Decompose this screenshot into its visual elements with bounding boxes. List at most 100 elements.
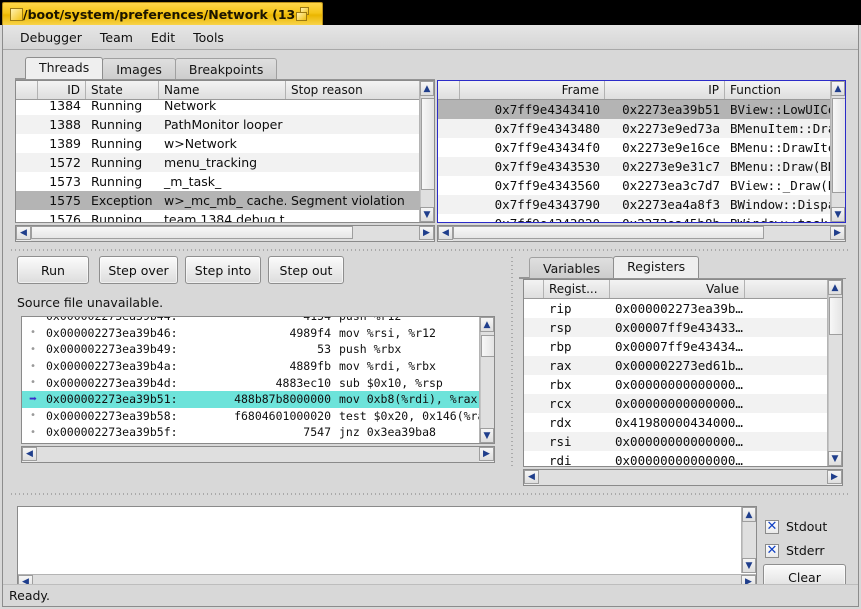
scroll-up-icon[interactable]: ▲ <box>480 317 494 332</box>
stack-frames-list[interactable]: Frame IP Function 0x7ff9e4343410 0x2273e… <box>437 80 846 223</box>
stderr-checkbox-row[interactable]: Stderr <box>765 543 825 559</box>
step-out-button[interactable]: Step out <box>268 256 344 284</box>
table-row[interactable]: 0x7ff9e4343480 0x2273e9ed73a BMenuItem::… <box>438 119 845 138</box>
table-row[interactable]: 0x7ff9e4343790 0x2273ea4a8f3 BWindow::Di… <box>438 195 845 214</box>
threads-vscrollbar[interactable]: ▲ ▼ <box>419 81 434 222</box>
tab-threads[interactable]: Threads <box>25 57 104 79</box>
disassembly-line[interactable]: • 0x000002273ea39b4d: 4883ec10 sub $0x10… <box>22 374 479 391</box>
stack-col-frame[interactable]: Frame <box>460 81 605 99</box>
registers-col-marker[interactable] <box>524 280 544 298</box>
table-row[interactable]: rcx 0x00000000000000… <box>524 394 842 413</box>
output-console[interactable]: ▲ ▼ ◀ ▶ <box>17 506 757 590</box>
table-row[interactable]: 1388 Running PathMonitor looper <box>16 115 434 134</box>
table-row[interactable]: rsi 0x00000000000000… <box>524 432 842 451</box>
stack-col-ip[interactable]: IP <box>605 81 725 99</box>
table-row[interactable]: 0x7ff9e4343560 0x2273ea3c7d7 BView::_Dra… <box>438 176 845 195</box>
scroll-left-icon[interactable]: ◀ <box>16 226 31 240</box>
threads-list[interactable]: ID State Name Stop reason 1384 Running N… <box>15 80 435 223</box>
registers-col-value[interactable]: Value <box>610 280 745 298</box>
table-row[interactable]: 1572 Running menu_tracking <box>16 153 434 172</box>
breakpoint-dot-icon[interactable]: • <box>22 427 44 438</box>
vertical-splitter[interactable] <box>507 257 516 469</box>
menu-debugger[interactable]: Debugger <box>11 27 91 48</box>
close-box-icon[interactable] <box>10 7 23 21</box>
output-splitter[interactable] <box>11 489 851 498</box>
table-row[interactable]: rsp 0x00007ff9e43433… <box>524 318 842 337</box>
tab-images[interactable]: Images <box>102 58 176 79</box>
scroll-down-icon[interactable]: ▼ <box>828 451 842 466</box>
registers-vscrollbar[interactable]: ▲ ▼ <box>827 280 842 466</box>
output-console-text[interactable] <box>18 507 741 573</box>
scroll-left-icon[interactable]: ◀ <box>524 470 539 484</box>
horizontal-splitter[interactable] <box>11 245 851 254</box>
scroll-left-icon[interactable]: ◀ <box>22 447 37 461</box>
zoom-box-icon[interactable] <box>296 6 314 22</box>
stack-hscrollbar[interactable]: ◀ ▶ <box>437 225 846 242</box>
registers-list[interactable]: Regist... Value rip 0x000002273ea39b… rs… <box>523 279 843 467</box>
disassembly-vscrollbar[interactable]: ▲ ▼ <box>479 317 494 443</box>
disassembly-line-current[interactable]: ➡ 0x000002273ea39b51: 488b87b8000000 mov… <box>22 390 479 408</box>
table-row[interactable]: 0x7ff9e4343410 0x2273ea39b51 BView::LowU… <box>438 100 845 119</box>
breakpoint-dot-icon[interactable]: • <box>22 377 44 388</box>
breakpoint-dot-icon[interactable]: • <box>22 327 44 338</box>
scroll-left-icon[interactable]: ◀ <box>438 226 453 240</box>
table-row[interactable]: 1575 Exception w>_mc_mb_ cache... Segmen… <box>16 191 434 210</box>
stack-vscrollbar[interactable]: ▲ ▼ <box>830 81 845 222</box>
table-row[interactable]: rdi 0x00000000000000… <box>524 451 842 466</box>
breakpoint-dot-icon[interactable]: • <box>22 317 44 322</box>
table-row[interactable]: 0x7ff9e43434f0 0x2273e9e16ce BMenu::Draw… <box>438 138 845 157</box>
scrollbar-thumb[interactable] <box>832 98 845 193</box>
scrollbar-thumb[interactable] <box>829 297 842 335</box>
stdout-checkbox[interactable] <box>765 519 779 535</box>
step-into-button[interactable]: Step into <box>185 256 261 284</box>
table-row[interactable]: 1389 Running w>Network <box>16 134 434 153</box>
stdout-checkbox-row[interactable]: Stdout <box>765 519 827 535</box>
breakpoint-dot-icon[interactable]: • <box>22 410 44 421</box>
disassembly-hscrollbar[interactable]: ◀ ▶ <box>21 446 495 463</box>
stack-col-function[interactable]: Function <box>725 81 832 99</box>
registers-col-name[interactable]: Regist... <box>544 280 610 298</box>
scroll-up-icon[interactable]: ▲ <box>420 81 434 96</box>
registers-hscrollbar[interactable]: ◀ ▶ <box>523 469 843 486</box>
table-row[interactable]: 1573 Running _m_task_ <box>16 172 434 191</box>
run-button[interactable]: Run <box>17 256 89 284</box>
menu-team[interactable]: Team <box>91 27 142 48</box>
tab-variables[interactable]: Variables <box>529 257 615 278</box>
menu-edit[interactable]: Edit <box>142 27 184 48</box>
table-row[interactable]: rax 0x000002273ed61b… <box>524 356 842 375</box>
scrollbar-thumb[interactable] <box>31 226 353 239</box>
table-row[interactable]: rdx 0x41980000434000… <box>524 413 842 432</box>
disassembly-line[interactable]: • 0x000002273ea39b46: 4989f4 mov %rsi, %… <box>22 325 479 342</box>
disassembly-line[interactable]: • 0x000002273ea39b4a: 4889fb mov %rdi, %… <box>22 358 479 375</box>
disassembly-line[interactable]: • 0x000002273ea39b58: f6804601000020 tes… <box>22 408 479 425</box>
scroll-down-icon[interactable]: ▼ <box>480 428 494 443</box>
scroll-right-icon[interactable]: ▶ <box>479 447 494 461</box>
disassembly-line[interactable]: • 0x000002273ea39b44: 4154 push %r12 <box>22 317 479 325</box>
threads-hscrollbar[interactable]: ◀ ▶ <box>15 225 435 242</box>
scroll-right-icon[interactable]: ▶ <box>419 226 434 240</box>
scroll-up-icon[interactable]: ▲ <box>831 81 845 96</box>
window-title-tab[interactable]: /boot/system/preferences/Network (1384) <box>2 2 323 25</box>
scroll-up-icon[interactable]: ▲ <box>742 507 756 522</box>
scroll-down-icon[interactable]: ▼ <box>742 558 756 573</box>
disassembly-line[interactable]: • 0x000002273ea39b61: 48837f6000 cmp $0x… <box>22 441 479 443</box>
step-over-button[interactable]: Step over <box>99 256 178 284</box>
disassembly-line[interactable]: • 0x000002273ea39b49: 53 push %rbx <box>22 341 479 358</box>
scroll-right-icon[interactable]: ▶ <box>827 470 842 484</box>
table-row[interactable]: 1576 Running team 1384 debug t... <box>16 210 434 222</box>
table-row[interactable]: 0x7ff9e4343530 0x2273e9e31c7 BMenu::Draw… <box>438 157 845 176</box>
table-row[interactable]: rbx 0x00000000000000… <box>524 375 842 394</box>
table-row[interactable]: 0x7ff9e4343820 0x2273ea45b8b BWindow::ta… <box>438 214 845 222</box>
breakpoint-dot-icon[interactable]: • <box>22 344 44 355</box>
tab-breakpoints[interactable]: Breakpoints <box>174 58 278 79</box>
disassembly-view[interactable]: • 0x000002273ea39b44: 4154 push %r12 • 0… <box>21 316 495 444</box>
scroll-down-icon[interactable]: ▼ <box>420 207 434 222</box>
scrollbar-thumb[interactable] <box>481 335 494 357</box>
menu-tools[interactable]: Tools <box>184 27 233 48</box>
scroll-up-icon[interactable]: ▲ <box>828 280 842 295</box>
scrollbar-thumb[interactable] <box>453 226 764 239</box>
scroll-right-icon[interactable]: ▶ <box>830 226 845 240</box>
tab-registers[interactable]: Registers <box>613 256 700 278</box>
output-vscrollbar[interactable]: ▲ ▼ <box>741 507 756 573</box>
stack-col-marker[interactable] <box>438 81 460 99</box>
